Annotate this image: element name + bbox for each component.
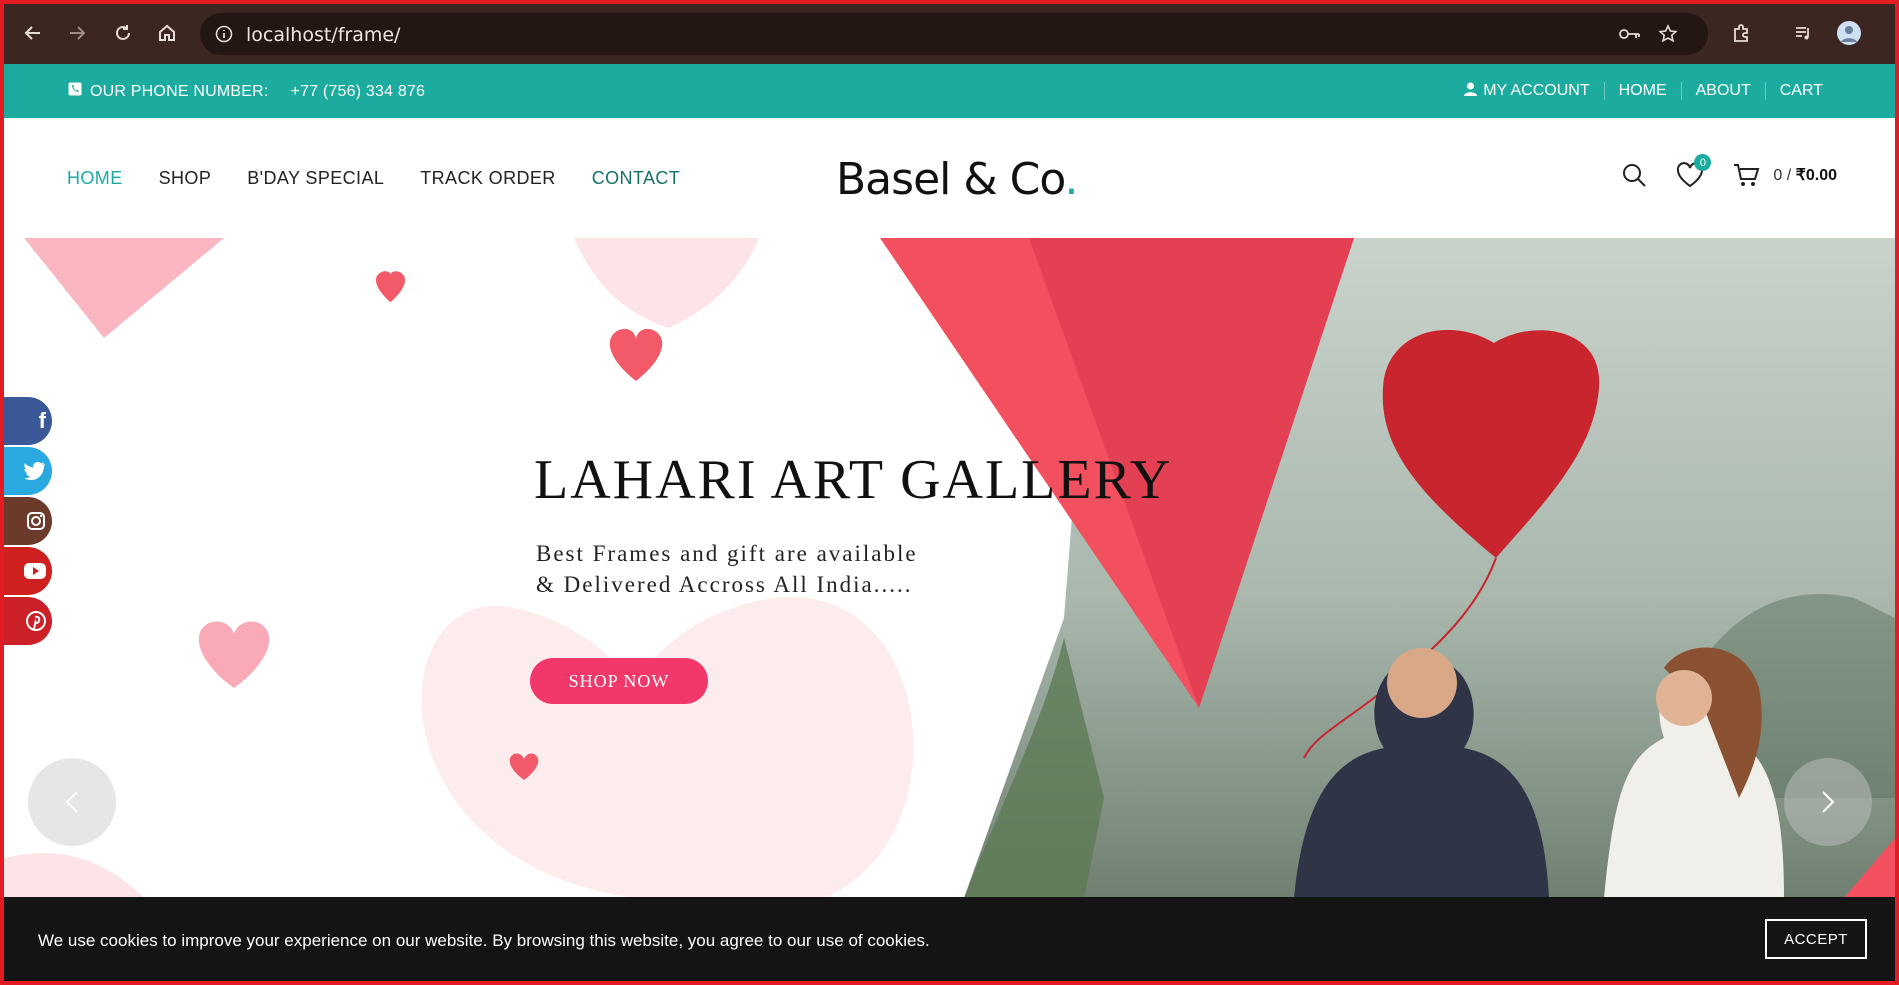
logo-text: Basel & Co <box>836 154 1066 205</box>
accept-cookies-button[interactable]: ACCEPT <box>1765 919 1867 959</box>
phone-number[interactable]: +77 (756) 334 876 <box>291 83 426 101</box>
small-heart-3 <box>198 621 270 688</box>
chevron-left-icon <box>65 791 78 813</box>
pink-heart-shape-4 <box>4 853 144 898</box>
main-nav: HOME SHOP B'DAY SPECIAL TRACK ORDER CONT… <box>67 168 680 189</box>
pink-heart-shape-3 <box>421 596 914 898</box>
phone-icon <box>68 82 82 101</box>
hero-title: LAHARI ART GALLERY <box>534 449 1173 511</box>
user-icon <box>1464 82 1478 101</box>
man-head <box>1387 648 1457 718</box>
my-account-link[interactable]: MY ACCOUNT <box>1450 82 1603 101</box>
nav-home[interactable]: HOME <box>67 168 123 189</box>
wishlist-heart-icon[interactable]: 0 <box>1673 154 1712 192</box>
nav-shop[interactable]: SHOP <box>159 168 212 189</box>
twitter-icon[interactable] <box>4 447 52 495</box>
hero-slider: LAHARI ART GALLERY Best Frames and gift … <box>4 238 1895 898</box>
hero-subtitle: Best Frames and gift are available & Del… <box>536 541 918 597</box>
small-heart-2 <box>609 328 663 381</box>
browser-window: localhost/frame/ OUR PHONE NUMBER: +77 (… <box>0 0 1899 985</box>
site-logo[interactable]: Basel & Co. <box>836 154 1079 205</box>
nav-bday-special[interactable]: B'DAY SPECIAL <box>247 168 384 189</box>
cookie-message: We use cookies to improve your experienc… <box>38 931 930 950</box>
home-icon[interactable] <box>152 18 182 48</box>
woman-head <box>1656 670 1712 726</box>
cookie-banner: We use cookies to improve your experienc… <box>4 897 1895 981</box>
cart-icon[interactable] <box>1729 158 1763 192</box>
wishlist-count-badge: 0 <box>1694 154 1712 171</box>
youtube-icon[interactable] <box>4 547 52 595</box>
phone-label: OUR PHONE NUMBER: <box>90 82 269 100</box>
site-header: HOME SHOP B'DAY SPECIAL TRACK ORDER CONT… <box>4 118 1895 238</box>
reload-icon[interactable] <box>108 18 138 48</box>
top-about-link[interactable]: ABOUT <box>1680 82 1765 100</box>
top-home-link[interactable]: HOME <box>1603 82 1681 100</box>
top-info-bar: OUR PHONE NUMBER: +77 (756) 334 876 MY A… <box>4 64 1895 118</box>
facebook-icon[interactable]: f <box>4 397 52 445</box>
pink-heart-shape-1 <box>24 238 224 338</box>
chevron-right-icon <box>1822 791 1835 813</box>
url-text[interactable]: localhost/frame/ <box>246 24 400 46</box>
header-icons: 0 0 / ₹0.00 <box>1617 154 1837 192</box>
nav-track-order[interactable]: TRACK ORDER <box>420 168 555 189</box>
instagram-icon[interactable] <box>4 497 52 545</box>
info-icon[interactable] <box>210 20 238 48</box>
top-cart-link[interactable]: CART <box>1764 82 1837 100</box>
pinterest-icon[interactable] <box>4 597 52 645</box>
key-icon[interactable] <box>1616 20 1644 48</box>
nav-contact[interactable]: CONTACT <box>592 168 680 189</box>
shop-now-button[interactable]: SHOP NOW <box>530 658 708 704</box>
pink-heart-shape-2 <box>574 238 759 328</box>
phone-info: OUR PHONE NUMBER: +77 (756) 334 876 <box>68 82 425 101</box>
small-heart-1 <box>375 271 406 303</box>
search-icon[interactable] <box>1617 158 1651 192</box>
slider-next-button[interactable] <box>1784 758 1872 846</box>
extensions-icon[interactable] <box>1726 18 1756 48</box>
profile-avatar[interactable] <box>1834 18 1864 48</box>
logo-dot: . <box>1064 154 1079 205</box>
cart-amount: ₹0.00 <box>1795 167 1837 184</box>
cart-total[interactable]: 0 / ₹0.00 <box>1773 165 1837 185</box>
my-account-label: MY ACCOUNT <box>1483 82 1590 99</box>
browser-toolbar: localhost/frame/ <box>4 4 1895 64</box>
reading-list-icon[interactable] <box>1788 18 1818 48</box>
top-links: MY ACCOUNT HOME ABOUT CART <box>1450 64 1837 118</box>
address-bar[interactable]: localhost/frame/ <box>200 13 1708 55</box>
hero-background-art <box>4 238 1895 898</box>
bookmark-star-icon[interactable] <box>1654 20 1682 48</box>
back-arrow-icon[interactable] <box>18 18 48 48</box>
social-sidebar: f <box>4 397 52 647</box>
cart-count: 0 / <box>1773 167 1792 184</box>
slider-prev-button[interactable] <box>28 758 116 846</box>
forward-arrow-icon[interactable] <box>62 18 92 48</box>
